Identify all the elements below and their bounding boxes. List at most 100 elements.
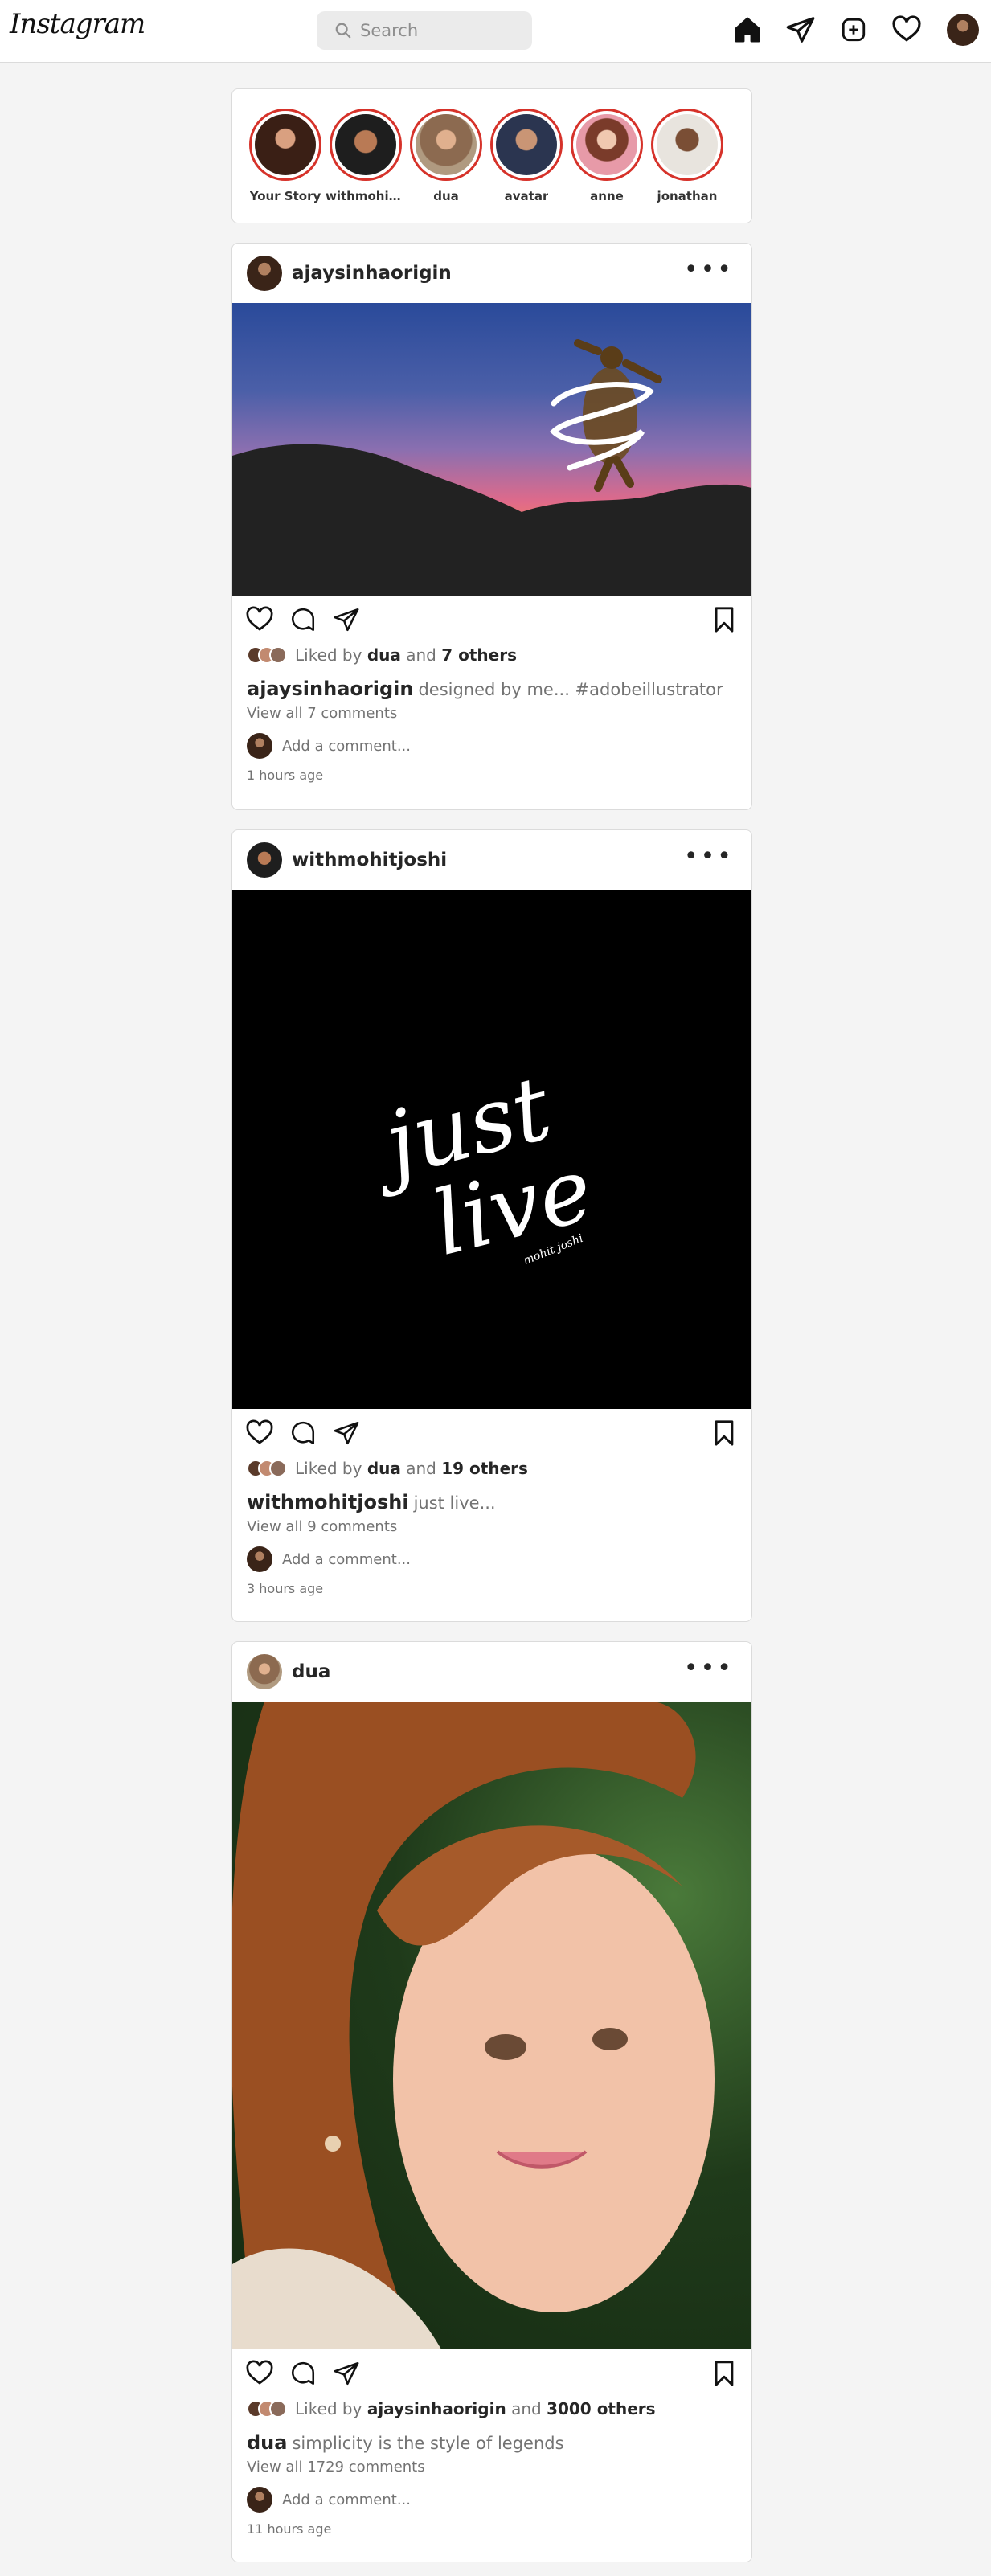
add-comment-row [232, 2486, 751, 2513]
story-item[interactable]: avatar [486, 109, 567, 223]
comment-icon[interactable] [287, 2357, 319, 2390]
top-navigation-bar: Instagram [0, 0, 991, 63]
search-input[interactable] [360, 21, 521, 40]
post-caption: dua simplicity is the style of legends [232, 2431, 751, 2454]
view-all-comments-link[interactable]: View all 1729 comments [232, 2459, 751, 2478]
post-timestamp: 11 hours age [247, 2521, 332, 2537]
search-box[interactable] [317, 11, 532, 50]
story-ring [651, 109, 723, 181]
add-comment-row [232, 1546, 751, 1573]
likes-summary: Liked by ajaysinhaorigin and 3000 others [232, 2398, 751, 2420]
post-author-username[interactable]: withmohitjoshi [292, 850, 447, 870]
post-card: withmohitjoshi ••• just live mohit joshi… [231, 829, 752, 1622]
liked-by-avatars [247, 646, 287, 664]
others-count[interactable]: 3000 others [547, 2399, 656, 2418]
post-actions [232, 596, 751, 644]
post-card: ajaysinhaorigin ••• Liked by dua and 7 o… [231, 243, 752, 810]
story-item[interactable]: dua [406, 109, 486, 223]
story-username: avatar [504, 189, 549, 203]
story-item[interactable]: jonathan [647, 109, 727, 223]
caption-text: designed by me... #adobeillustrator [418, 680, 723, 699]
post-author-avatar[interactable] [247, 842, 282, 878]
caption-text: simplicity is the style of legends [292, 2434, 564, 2453]
liked-by-user[interactable]: ajaysinhaorigin [367, 2399, 506, 2418]
caption-text: just live... [413, 1493, 496, 1513]
like-heart-icon[interactable] [244, 604, 276, 636]
liked-by-avatars [247, 1460, 287, 1477]
post-image[interactable]: just live mohit joshi [232, 890, 751, 1409]
post-header: withmohitjoshi ••• [232, 830, 751, 890]
story-ring [571, 109, 643, 181]
caption-username[interactable]: dua [247, 2431, 287, 2454]
caption-username[interactable]: withmohitjoshi [247, 1491, 409, 1513]
and-label: and [406, 645, 436, 665]
liked-by-user[interactable]: dua [367, 1459, 401, 1478]
add-comment-row [232, 732, 751, 760]
story-avatar [335, 114, 396, 175]
add-comment-input[interactable] [282, 737, 604, 755]
add-comment-input[interactable] [282, 2491, 604, 2508]
direct-message-icon[interactable] [784, 14, 817, 46]
story-avatar [416, 114, 477, 175]
share-icon[interactable] [330, 2357, 362, 2390]
view-all-comments-link[interactable]: View all 7 comments [232, 705, 751, 724]
post-author-avatar[interactable] [247, 1654, 282, 1689]
more-options-icon[interactable]: ••• [684, 845, 734, 869]
story-item[interactable]: anne [567, 109, 647, 223]
post-image[interactable] [232, 303, 751, 596]
search-icon [335, 23, 351, 39]
share-icon[interactable] [330, 604, 362, 636]
liked-by-user[interactable]: dua [367, 645, 401, 665]
story-ring [490, 109, 563, 181]
commenter-avatar [247, 1546, 272, 1572]
post-author-username[interactable]: dua [292, 1661, 330, 1682]
comment-icon[interactable] [287, 1417, 319, 1449]
story-avatar [576, 114, 637, 175]
like-heart-icon[interactable] [244, 1417, 276, 1449]
post-actions [232, 2349, 751, 2398]
post-card: dua ••• Liked by ajaysinhaorigin and 300… [231, 1641, 752, 2562]
post-image[interactable] [232, 1702, 751, 2349]
post-author-username[interactable]: ajaysinhaorigin [292, 263, 452, 284]
more-options-icon[interactable]: ••• [684, 258, 734, 282]
post-author-avatar[interactable] [247, 256, 282, 291]
post-timestamp: 1 hours age [247, 768, 324, 783]
post-actions [232, 1409, 751, 1457]
story-item[interactable]: withmohitjoshi [326, 109, 406, 223]
story-item[interactable]: Your Story [245, 109, 326, 223]
likes-summary: Liked by dua and 7 others [232, 644, 751, 666]
nav-icons [731, 11, 979, 48]
new-post-icon[interactable] [837, 14, 870, 46]
save-bookmark-icon[interactable] [708, 604, 740, 636]
comment-icon[interactable] [287, 604, 319, 636]
story-username: dua [433, 189, 459, 203]
portrait-illustration [232, 1702, 715, 2349]
save-bookmark-icon[interactable] [708, 2357, 740, 2390]
and-label: and [511, 2399, 542, 2418]
home-icon[interactable] [731, 14, 764, 46]
others-count[interactable]: 19 others [441, 1459, 528, 1478]
story-username: anne [590, 189, 624, 203]
others-count[interactable]: 7 others [441, 645, 517, 665]
add-comment-input[interactable] [282, 1550, 604, 1568]
post-header: ajaysinhaorigin ••• [232, 244, 751, 303]
save-bookmark-icon[interactable] [708, 1417, 740, 1449]
post-timestamp: 3 hours age [247, 1581, 324, 1596]
like-heart-icon[interactable] [244, 2357, 276, 2390]
story-avatar [496, 114, 557, 175]
story-avatar [657, 114, 718, 175]
post-caption: ajaysinhaorigin designed by me... #adobei… [232, 678, 751, 700]
story-username: Your Story [249, 189, 321, 203]
story-username: jonathan [657, 189, 718, 203]
caption-username[interactable]: ajaysinhaorigin [247, 678, 413, 700]
activity-heart-icon[interactable] [891, 14, 923, 46]
instagram-logo[interactable]: Instagram [10, 8, 145, 40]
commenter-avatar [247, 733, 272, 759]
liked-by-label: Liked by [295, 1459, 362, 1478]
more-options-icon[interactable]: ••• [684, 1657, 734, 1681]
view-all-comments-link[interactable]: View all 9 comments [232, 1518, 751, 1538]
post-caption: withmohitjoshi just live... [232, 1491, 751, 1513]
share-icon[interactable] [330, 1417, 362, 1449]
profile-avatar[interactable] [947, 14, 979, 46]
commenter-avatar [247, 2487, 272, 2513]
